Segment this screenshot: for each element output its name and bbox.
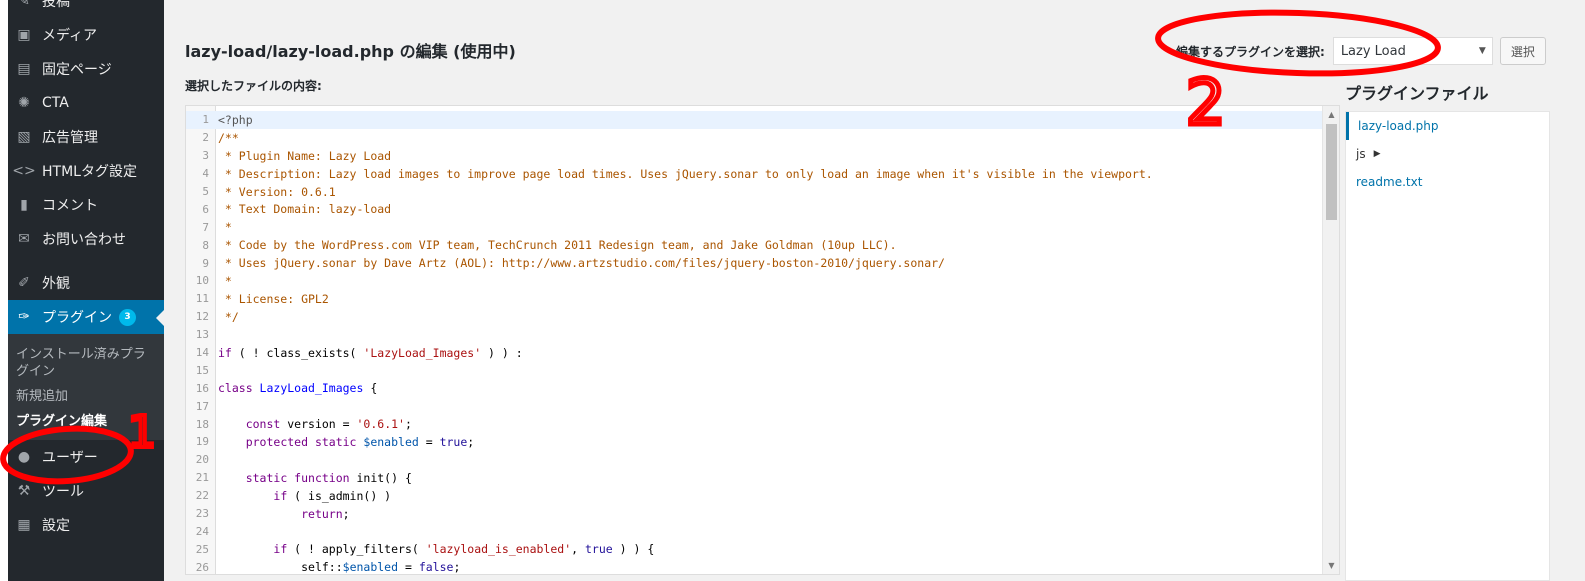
submenu-installed-plugins[interactable]: インストール済みプラグイン (8, 342, 164, 384)
sidebar-item-label: 外観 (42, 276, 70, 292)
code-line: 15 (195, 363, 209, 377)
sidebar-item-html-tags[interactable]: <> HTMLタグ設定 (8, 154, 164, 188)
code-line: 24 (195, 524, 209, 538)
dropdown-arrow-icon: ▼ (1478, 46, 1486, 56)
cta-icon: ✺ (18, 95, 30, 111)
code-editor[interactable]: 1 <?php 2/** 3 * Plugin Name: Lazy Load 4… (185, 105, 1340, 575)
code-line: 23 return; (195, 506, 350, 521)
code-line: 18 const version = '0.6.1'; (195, 417, 412, 432)
sidebar-item-posts[interactable]: ✎ 投稿 (8, 0, 164, 18)
page-title: lazy-load/lazy-load.php の編集 (使用中) (185, 42, 516, 61)
code-line: 3 * Plugin Name: Lazy Load (202, 148, 392, 163)
user-icon: ● (17, 449, 31, 465)
sidebar-item-label: ユーザー (42, 450, 98, 466)
sidebar-item-media[interactable]: ▣ メディア (8, 18, 164, 52)
select-button[interactable]: 選択 (1499, 37, 1546, 65)
update-count-badge: 3 (119, 308, 136, 326)
code-line: 16 class LazyLoad_Images { (195, 381, 378, 396)
code-line: 26 self::$enabled = false; (195, 560, 461, 575)
folder-item-js[interactable]: js ▶ (1346, 140, 1549, 168)
sidebar-item-label: コメント (42, 198, 98, 214)
code-line: 21 static function init() { (195, 470, 412, 485)
sidebar-item-label: お問い合わせ (42, 232, 126, 248)
media-icon: ▣ (17, 27, 31, 43)
code-line: 7 * (202, 220, 232, 235)
code-line: 2/** (202, 130, 239, 145)
sidebar-item-appearance[interactable]: ✐ 外観 (8, 266, 164, 300)
mail-icon: ✉ (18, 231, 30, 247)
caret-right-icon: ▶ (1373, 149, 1381, 159)
pin-icon: ✎ (18, 0, 30, 9)
plugin-select-label: 編集するプラグインを選択: (1176, 44, 1325, 59)
code-line: 4 * Description: Lazy load images to imp… (202, 166, 1153, 181)
admin-sidebar: ✎ 投稿 ▣ メディア ▤ 固定ページ ✺ CTA ▧ 広告管理 <> HTML… (8, 0, 164, 581)
scroll-up-icon[interactable]: ▲ (1323, 106, 1339, 123)
sidebar-item-ads[interactable]: ▧ 広告管理 (8, 120, 164, 154)
sidebar-item-label: HTMLタグ設定 (42, 164, 137, 180)
sidebar-item-comments[interactable]: ▮ コメント (8, 188, 164, 222)
file-content-label: 選択したファイルの内容: (185, 79, 322, 93)
settings-icon: ▦ (17, 517, 31, 533)
sidebar-item-users[interactable]: ● ユーザー (8, 440, 164, 474)
sidebar-item-label: ツール (42, 484, 84, 500)
plugin-submenu: インストール済みプラグイン 新規追加 プラグイン編集 (8, 334, 164, 440)
sidebar-item-pages[interactable]: ▤ 固定ページ (8, 52, 164, 86)
code-line: 11 * License: GPL2 (195, 291, 329, 306)
code-line: 8 * Code by the WordPress.com VIP team, … (202, 238, 897, 253)
folder-label: js (1356, 147, 1366, 161)
code-line: 10 * (195, 273, 232, 288)
sidebar-item-label: メディア (42, 28, 98, 44)
tools-icon: ⚒ (17, 483, 31, 499)
scroll-down-icon[interactable]: ▼ (1323, 557, 1339, 574)
code-line: 9 * Uses jQuery.sonar by Dave Artz (AOL)… (202, 256, 945, 271)
code-line: 12 */ (195, 309, 239, 324)
comment-icon: ▮ (20, 197, 28, 213)
code-icon: <> (12, 163, 36, 179)
sidebar-item-label: 固定ページ (42, 62, 112, 78)
sidebar-item-plugins[interactable]: ✑ プラグイン 3 (8, 300, 164, 334)
sidebar-item-contact[interactable]: ✉ お問い合わせ (8, 222, 164, 256)
plugin-select-dropdown[interactable]: Lazy Load ▼ (1332, 37, 1493, 65)
plugin-files-heading: プラグインファイル (1345, 84, 1489, 103)
brush-icon: ✐ (18, 275, 30, 291)
page-icon: ▤ (17, 61, 31, 77)
sidebar-item-label: CTA (42, 95, 69, 111)
scroll-thumb[interactable] (1326, 124, 1337, 220)
sidebar-item-cta[interactable]: ✺ CTA (8, 86, 164, 120)
code-line: 17 (195, 399, 209, 413)
submenu-add-new[interactable]: 新規追加 (8, 384, 164, 409)
code-line: 22 if ( is_admin() ) (195, 488, 392, 503)
plugin-select-form: 編集するプラグインを選択: Lazy Load ▼ 選択 (1176, 37, 1546, 65)
code-lines: 1 <?php 2/** 3 * Plugin Name: Lazy Load 4… (186, 111, 1324, 575)
code-line: 1 <?php (186, 111, 1324, 129)
plugin-icon: ✑ (18, 309, 30, 325)
sidebar-item-label: 投稿 (42, 0, 70, 10)
plugin-files-panel: プラグインファイル lazy-load.php js ▶ readme.txt (1345, 80, 1550, 581)
sidebar-item-label: 設定 (42, 518, 70, 534)
code-line: 19 protected static $enabled = true; (195, 434, 475, 449)
code-line: 5 * Version: 0.6.1 (202, 184, 336, 199)
sidebar-item-tools[interactable]: ⚒ ツール (8, 474, 164, 508)
ad-icon: ▧ (17, 129, 31, 145)
code-line: 25 if ( ! apply_filters( 'lazyload_is_en… (195, 542, 655, 557)
code-line: 14 if ( ! class_exists( 'LazyLoad_Images'… (195, 345, 523, 360)
plugin-select-value: Lazy Load (1340, 43, 1406, 59)
code-line: 20 (195, 453, 209, 467)
editor-scrollbar[interactable]: ▲ ▼ (1322, 106, 1339, 574)
sidebar-item-label: プラグイン (42, 310, 112, 326)
file-item-readme[interactable]: readme.txt (1346, 168, 1549, 196)
sidebar-item-label: 広告管理 (42, 130, 98, 146)
sidebar-item-settings[interactable]: ▦ 設定 (8, 508, 164, 542)
code-line: 13 (195, 328, 209, 342)
main-content: lazy-load/lazy-load.php の編集 (使用中) 選択したファ… (164, 0, 1585, 581)
file-item-lazy-load-php[interactable]: lazy-load.php (1346, 112, 1549, 140)
code-line: 6 * Text Domain: lazy-load (202, 202, 392, 217)
plugin-file-list: lazy-load.php js ▶ readme.txt (1345, 111, 1550, 581)
submenu-plugin-editor[interactable]: プラグイン編集 (8, 409, 164, 434)
